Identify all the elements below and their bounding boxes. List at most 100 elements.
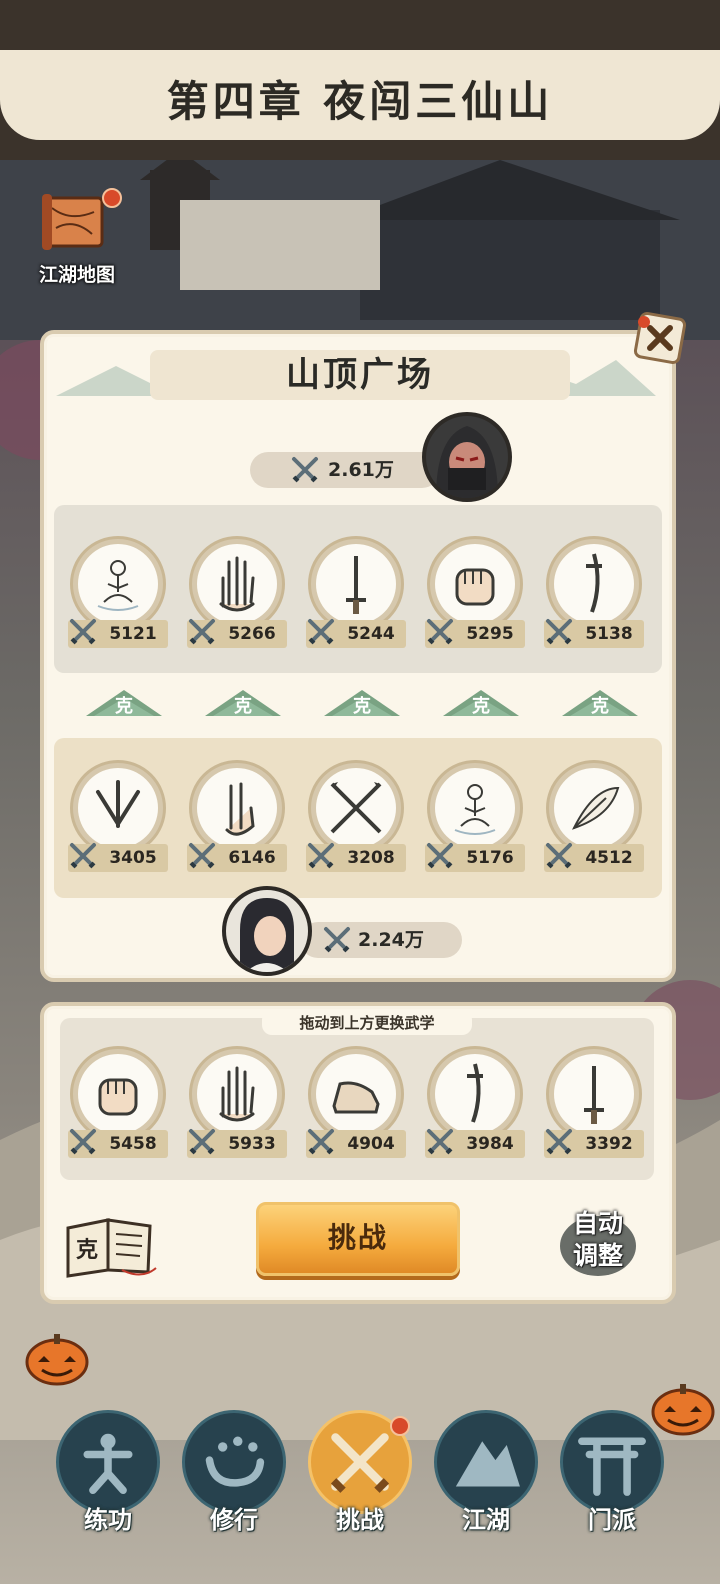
skill-power-bar: 5458 (68, 1129, 168, 1158)
challenge-button[interactable]: 挑战 (256, 1202, 460, 1276)
mountain-icon (455, 1441, 520, 1487)
enemy-skill-slot[interactable]: 5295 (423, 536, 527, 654)
skill-power-value: 5121 (109, 624, 157, 644)
close-button[interactable] (632, 310, 688, 366)
player-skill-slot[interactable]: 3208 (304, 760, 408, 878)
stage-title: 山顶广场 (150, 350, 570, 400)
two-finger-icon (225, 782, 255, 836)
crossed-spears-icon (330, 782, 382, 834)
chapter-title: 第四章 夜闯三仙山 (166, 77, 554, 126)
skill-icon-frame (435, 544, 515, 624)
nav-item[interactable]: 江湖 (428, 1410, 544, 1540)
counter-indicator: 克 (443, 686, 519, 717)
heart-mind-icon (205, 1436, 265, 1487)
bench-skill-slot[interactable]: 5933 (185, 1046, 289, 1164)
skill-power-bar: 4904 (306, 1129, 406, 1158)
counter-label: 克 (591, 696, 609, 717)
player-skill-slot[interactable]: 6146 (185, 760, 289, 878)
bench-skill-slot[interactable]: 4904 (304, 1046, 408, 1164)
nav-label: 修行 (210, 1505, 258, 1534)
enemy-skill-slot[interactable]: 5121 (66, 536, 170, 654)
crossed-swords-icon (189, 619, 215, 645)
skill-power-bar: 5295 (425, 619, 525, 648)
skill-power-value: 5244 (347, 624, 395, 644)
enemy-skill-slot[interactable]: 5266 (185, 536, 289, 654)
counter-book-button[interactable]: 克 (62, 1208, 158, 1278)
counter-label: 克 (234, 696, 252, 717)
nav-circle (560, 1410, 664, 1514)
player-skill-slot[interactable]: 3405 (66, 760, 170, 878)
skill-power-value: 5295 (466, 624, 514, 644)
open-palm-icon (219, 556, 255, 612)
skill-icon-frame (78, 544, 158, 624)
skill-power-value: 5266 (228, 624, 276, 644)
bench-skill-slot[interactable]: 3984 (423, 1046, 527, 1164)
skill-power-bar: 5266 (187, 619, 287, 648)
player-skill-slot[interactable]: 4512 (542, 760, 646, 878)
skill-icon-frame (316, 1054, 396, 1134)
saber-icon (467, 1063, 483, 1123)
skill-power-bar: 5933 (187, 1129, 287, 1158)
pumpkin-icon (25, 1334, 89, 1386)
meditating-monk-icon (454, 784, 496, 835)
counter-label: 克 (472, 696, 490, 717)
enemy-skill-slot[interactable]: 5138 (542, 536, 646, 654)
crossed-swords-icon (70, 843, 96, 869)
fist-icon (455, 568, 495, 606)
crossed-swords-icon (308, 843, 334, 869)
counter-indicator: 克 (86, 686, 162, 717)
skill-power-value: 4512 (585, 848, 633, 868)
feather-icon (572, 786, 620, 830)
nav-item[interactable]: 挑战 (302, 1410, 418, 1540)
meditating-monk-icon (97, 560, 139, 611)
skill-icon-frame (435, 768, 515, 848)
open-palm-icon (219, 1066, 255, 1122)
skill-icon-frame (197, 1054, 277, 1134)
skill-power-bar: 5138 (544, 619, 644, 648)
crossed-swords-icon (70, 1129, 96, 1155)
auto-adjust-button[interactable]: 自动 调整 (556, 1206, 640, 1280)
skill-power-value: 5138 (585, 624, 633, 644)
auto-adjust-line1: 自动 (572, 1209, 623, 1238)
bench-skill-slot[interactable]: 3392 (542, 1046, 646, 1164)
crossed-swords-icon (189, 843, 215, 869)
skill-power-value: 5176 (466, 848, 514, 868)
skill-icon-frame (435, 1054, 515, 1134)
close-icon (633, 311, 687, 365)
crossed-swords-icon (546, 843, 572, 869)
skill-power-bar: 5121 (68, 619, 168, 648)
notification-dot (390, 1416, 410, 1436)
kung-fu-icon (83, 1433, 133, 1495)
skill-power-bar: 3208 (306, 843, 406, 872)
player-skill-slot[interactable]: 5176 (423, 760, 527, 878)
nav-circle (434, 1410, 538, 1514)
skill-power-bar: 6146 (187, 843, 287, 872)
crossed-swords-icon (324, 927, 350, 953)
enemy-avatar[interactable] (422, 412, 512, 502)
enemy-skill-slot[interactable]: 5244 (304, 536, 408, 654)
nav-item[interactable]: 修行 (176, 1410, 292, 1540)
book-label: 克 (76, 1237, 99, 1263)
world-map-button[interactable]: 江湖地图 (22, 188, 132, 292)
nav-label: 江湖 (462, 1505, 510, 1534)
straight-sword-icon (584, 1066, 604, 1124)
skill-power-value: 5458 (109, 1134, 157, 1154)
skill-power-value: 4904 (347, 1134, 395, 1154)
skill-icon-frame (554, 768, 634, 848)
crossed-swords-icon (546, 1129, 572, 1155)
bench-skill-slot[interactable]: 5458 (66, 1046, 170, 1164)
skill-icon-frame (316, 768, 396, 848)
hero-avatar[interactable] (222, 886, 312, 976)
crossed-swords-icon (70, 619, 96, 645)
bottom-nav: 练功 修行 挑战 江湖 门派 (0, 1404, 720, 1584)
fist-icon (98, 1078, 138, 1116)
skill-power-value: 3405 (109, 848, 157, 868)
skill-power-bar: 3405 (68, 843, 168, 872)
crossed-swords-icon (308, 619, 334, 645)
skill-power-bar: 5244 (306, 619, 406, 648)
nav-circle (56, 1410, 160, 1514)
crossed-swords-icon (292, 457, 318, 483)
nav-item[interactable]: 练功 (50, 1410, 166, 1540)
nav-item[interactable]: 门派 (554, 1410, 670, 1540)
nav-circle (182, 1410, 286, 1514)
